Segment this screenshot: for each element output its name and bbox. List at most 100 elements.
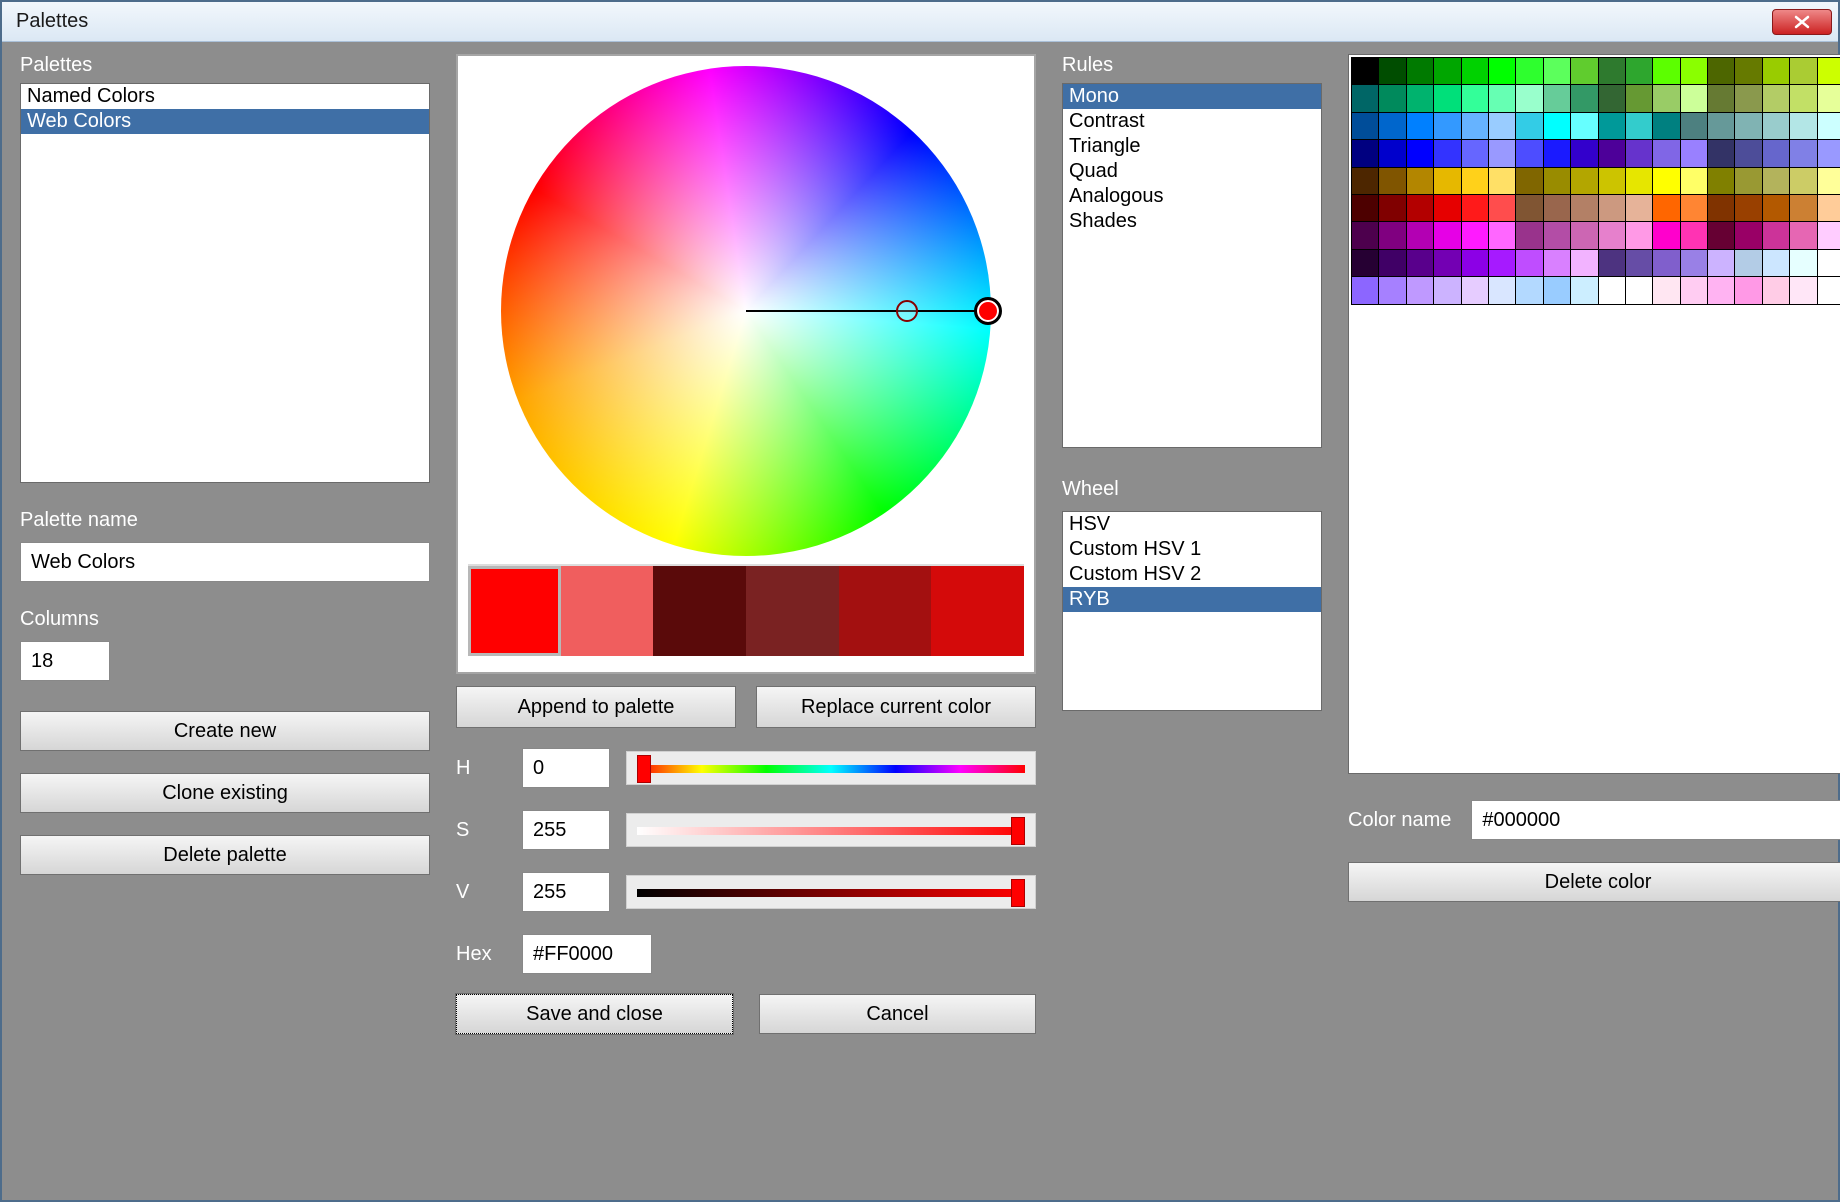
color-cell[interactable] [1735, 113, 1761, 139]
color-cell[interactable] [1489, 58, 1515, 84]
color-cell[interactable] [1407, 168, 1433, 194]
color-cell[interactable] [1352, 85, 1378, 111]
cancel-button[interactable]: Cancel [759, 994, 1036, 1034]
color-cell[interactable] [1681, 222, 1707, 248]
color-cell[interactable] [1462, 277, 1488, 303]
color-cell[interactable] [1626, 140, 1652, 166]
color-cell[interactable] [1735, 140, 1761, 166]
color-cell[interactable] [1516, 113, 1542, 139]
hex-input[interactable] [522, 934, 652, 974]
create-new-button[interactable]: Create new [20, 711, 430, 751]
delete-palette-button[interactable]: Delete palette [20, 835, 430, 875]
color-cell[interactable] [1818, 113, 1840, 139]
scheme-swatch[interactable] [746, 566, 839, 656]
color-cell[interactable] [1818, 195, 1840, 221]
color-cell[interactable] [1516, 58, 1542, 84]
color-cell[interactable] [1434, 168, 1460, 194]
color-cell[interactable] [1544, 277, 1570, 303]
color-cell[interactable] [1763, 250, 1789, 276]
v-input[interactable] [522, 872, 610, 912]
rules-list-item[interactable]: Mono [1063, 84, 1321, 109]
color-wheel[interactable] [486, 66, 1006, 556]
color-cell[interactable] [1681, 168, 1707, 194]
color-cell[interactable] [1681, 113, 1707, 139]
color-cell[interactable] [1379, 168, 1405, 194]
color-cell[interactable] [1626, 250, 1652, 276]
wheel-list-item[interactable]: RYB [1063, 587, 1321, 612]
color-cell[interactable] [1489, 113, 1515, 139]
scheme-swatch[interactable] [839, 566, 932, 656]
color-cell[interactable] [1599, 250, 1625, 276]
color-cell[interactable] [1818, 85, 1840, 111]
append-to-palette-button[interactable]: Append to palette [456, 686, 736, 728]
color-cell[interactable] [1434, 85, 1460, 111]
s-slider[interactable] [626, 813, 1036, 847]
color-cell[interactable] [1379, 140, 1405, 166]
color-cell[interactable] [1434, 250, 1460, 276]
color-cell[interactable] [1626, 168, 1652, 194]
color-cell[interactable] [1407, 277, 1433, 303]
color-cell[interactable] [1708, 85, 1734, 111]
color-cell[interactable] [1489, 250, 1515, 276]
color-cell[interactable] [1407, 195, 1433, 221]
color-cell[interactable] [1571, 113, 1597, 139]
color-cell[interactable] [1763, 58, 1789, 84]
color-cell[interactable] [1489, 277, 1515, 303]
color-cell[interactable] [1352, 195, 1378, 221]
color-cell[interactable] [1571, 250, 1597, 276]
color-cell[interactable] [1818, 222, 1840, 248]
color-cell[interactable] [1708, 277, 1734, 303]
color-cell[interactable] [1626, 58, 1652, 84]
color-cell[interactable] [1407, 58, 1433, 84]
color-cell[interactable] [1599, 222, 1625, 248]
color-cell[interactable] [1735, 195, 1761, 221]
delete-color-button[interactable]: Delete color [1348, 862, 1840, 902]
color-cell[interactable] [1571, 195, 1597, 221]
color-cell[interactable] [1790, 113, 1816, 139]
color-cell[interactable] [1708, 113, 1734, 139]
rules-list-item[interactable]: Contrast [1063, 109, 1321, 134]
close-button[interactable] [1772, 9, 1832, 35]
color-cell[interactable] [1599, 168, 1625, 194]
color-cell[interactable] [1818, 168, 1840, 194]
color-cell[interactable] [1544, 250, 1570, 276]
wheel-handle-inner[interactable] [896, 300, 918, 322]
color-cell[interactable] [1434, 113, 1460, 139]
color-cell[interactable] [1599, 85, 1625, 111]
color-cell[interactable] [1489, 222, 1515, 248]
color-cell[interactable] [1544, 85, 1570, 111]
color-cell[interactable] [1818, 58, 1840, 84]
color-cell[interactable] [1735, 222, 1761, 248]
color-cell[interactable] [1708, 140, 1734, 166]
rules-listbox[interactable]: MonoContrastTriangleQuadAnalogousShades [1062, 83, 1322, 448]
color-cell[interactable] [1735, 277, 1761, 303]
color-cell[interactable] [1462, 195, 1488, 221]
color-cell[interactable] [1379, 195, 1405, 221]
color-cell[interactable] [1379, 113, 1405, 139]
color-cell[interactable] [1434, 195, 1460, 221]
color-cell[interactable] [1653, 195, 1679, 221]
color-cell[interactable] [1544, 168, 1570, 194]
color-cell[interactable] [1790, 58, 1816, 84]
color-cell[interactable] [1379, 250, 1405, 276]
color-cell[interactable] [1571, 168, 1597, 194]
columns-input[interactable] [20, 641, 110, 681]
color-cell[interactable] [1708, 195, 1734, 221]
color-cell[interactable] [1763, 85, 1789, 111]
color-cell[interactable] [1763, 168, 1789, 194]
color-cell[interactable] [1516, 85, 1542, 111]
color-cell[interactable] [1379, 222, 1405, 248]
color-cell[interactable] [1818, 140, 1840, 166]
color-name-input[interactable] [1471, 800, 1840, 840]
color-cell[interactable] [1681, 58, 1707, 84]
color-cell[interactable] [1818, 277, 1840, 303]
color-cell[interactable] [1599, 140, 1625, 166]
color-cell[interactable] [1462, 58, 1488, 84]
color-cell[interactable] [1653, 222, 1679, 248]
color-cell[interactable] [1407, 85, 1433, 111]
color-cell[interactable] [1681, 250, 1707, 276]
color-cell[interactable] [1571, 277, 1597, 303]
rules-list-item[interactable]: Quad [1063, 159, 1321, 184]
h-slider[interactable] [626, 751, 1036, 785]
color-cell[interactable] [1379, 58, 1405, 84]
